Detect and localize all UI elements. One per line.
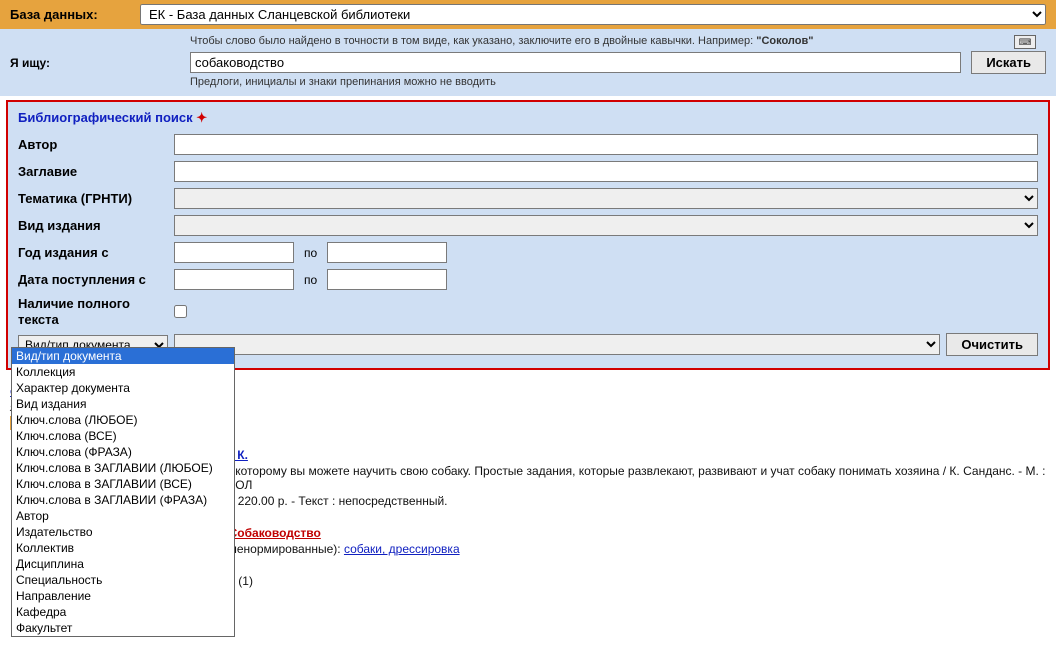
dropdown-option[interactable]: Ключ.слова в ЗАГЛАВИИ (ФРАЗА) xyxy=(12,492,234,508)
label-author: Автор xyxy=(18,137,168,152)
dropdown-option[interactable]: Вид/тип документа xyxy=(12,348,234,364)
search-label: Я ищу: xyxy=(10,56,180,70)
dropdown-option[interactable]: Ключ.слова в ЗАГЛАВИИ (ЛЮБОЕ) xyxy=(12,460,234,476)
label-title: Заглавие xyxy=(18,164,168,179)
dropdown-option[interactable]: Направление xyxy=(12,588,234,604)
checkbox-fulltext[interactable] xyxy=(174,305,187,318)
dropdown-option[interactable]: Характер документа xyxy=(12,380,234,396)
search-hint2: Предлоги, инициалы и знаки препинания мо… xyxy=(10,76,1046,88)
clear-button[interactable]: Очистить xyxy=(946,333,1038,356)
keyboard-icon[interactable]: ⌨ xyxy=(1014,35,1036,49)
database-bar: База данных: ЕК - База данных Сланцевско… xyxy=(0,0,1056,29)
select-pubtype[interactable] xyxy=(174,215,1038,236)
filter-type-dropdown[interactable]: Вид/тип документаКоллекцияХарактер докум… xyxy=(11,347,235,637)
dropdown-option[interactable]: Вид издания xyxy=(12,396,234,412)
dropdown-option[interactable]: Автор xyxy=(12,508,234,524)
database-label: База данных: xyxy=(10,7,130,22)
search-hint: Чтобы слово было найдено в точности в то… xyxy=(10,35,1046,47)
keyword-link[interactable]: Собаководство xyxy=(229,526,321,540)
dropdown-option[interactable]: Ключ.слова (ЛЮБОЕ) xyxy=(12,412,234,428)
input-date-from[interactable] xyxy=(174,269,294,290)
search-button[interactable]: Искать xyxy=(971,51,1046,74)
label-pubtype: Вид издания xyxy=(18,218,168,233)
dropdown-option[interactable]: Коллектив xyxy=(12,540,234,556)
dropdown-option[interactable]: Ключ.слова в ЗАГЛАВИИ (ВСЕ) xyxy=(12,476,234,492)
input-date-to[interactable] xyxy=(327,269,447,290)
dropdown-option[interactable]: Факультет xyxy=(12,620,234,636)
biblio-title[interactable]: Библиографический поиск ✦ xyxy=(18,110,1038,126)
search-section: Чтобы слово было найдено в точности в то… xyxy=(0,29,1056,96)
dropdown-option[interactable]: Коллекция xyxy=(12,364,234,380)
label-topic: Тематика (ГРНТИ) xyxy=(18,191,168,206)
label-date-from: Дата поступления с xyxy=(18,272,168,287)
filter-value-select[interactable] xyxy=(174,334,940,355)
collapse-icon[interactable]: ✦ xyxy=(196,110,207,125)
dropdown-option[interactable]: Ключ.слова (ФРАЗА) xyxy=(12,444,234,460)
dropdown-option[interactable]: Издательство xyxy=(12,524,234,540)
input-year-to[interactable] xyxy=(327,242,447,263)
input-author[interactable] xyxy=(174,134,1038,155)
dropdown-option[interactable]: Специальность xyxy=(12,572,234,588)
search-input[interactable] xyxy=(190,52,961,73)
dropdown-option[interactable]: Кафедра xyxy=(12,604,234,620)
input-title[interactable] xyxy=(174,161,1038,182)
label-fulltext: Наличие полного текста xyxy=(18,296,168,327)
keyword2-link[interactable]: собаки, дрессировка xyxy=(344,542,460,556)
label-year-from: Год издания с xyxy=(18,245,168,260)
dropdown-option[interactable]: Дисциплина xyxy=(12,556,234,572)
select-topic[interactable] xyxy=(174,188,1038,209)
input-year-from[interactable] xyxy=(174,242,294,263)
biblio-search-panel: Библиографический поиск ✦ Автор Заглавие… xyxy=(6,100,1050,370)
dropdown-option[interactable]: Ключ.слова (ВСЕ) xyxy=(12,428,234,444)
database-select[interactable]: ЕК - База данных Сланцевской библиотеки xyxy=(140,4,1046,25)
